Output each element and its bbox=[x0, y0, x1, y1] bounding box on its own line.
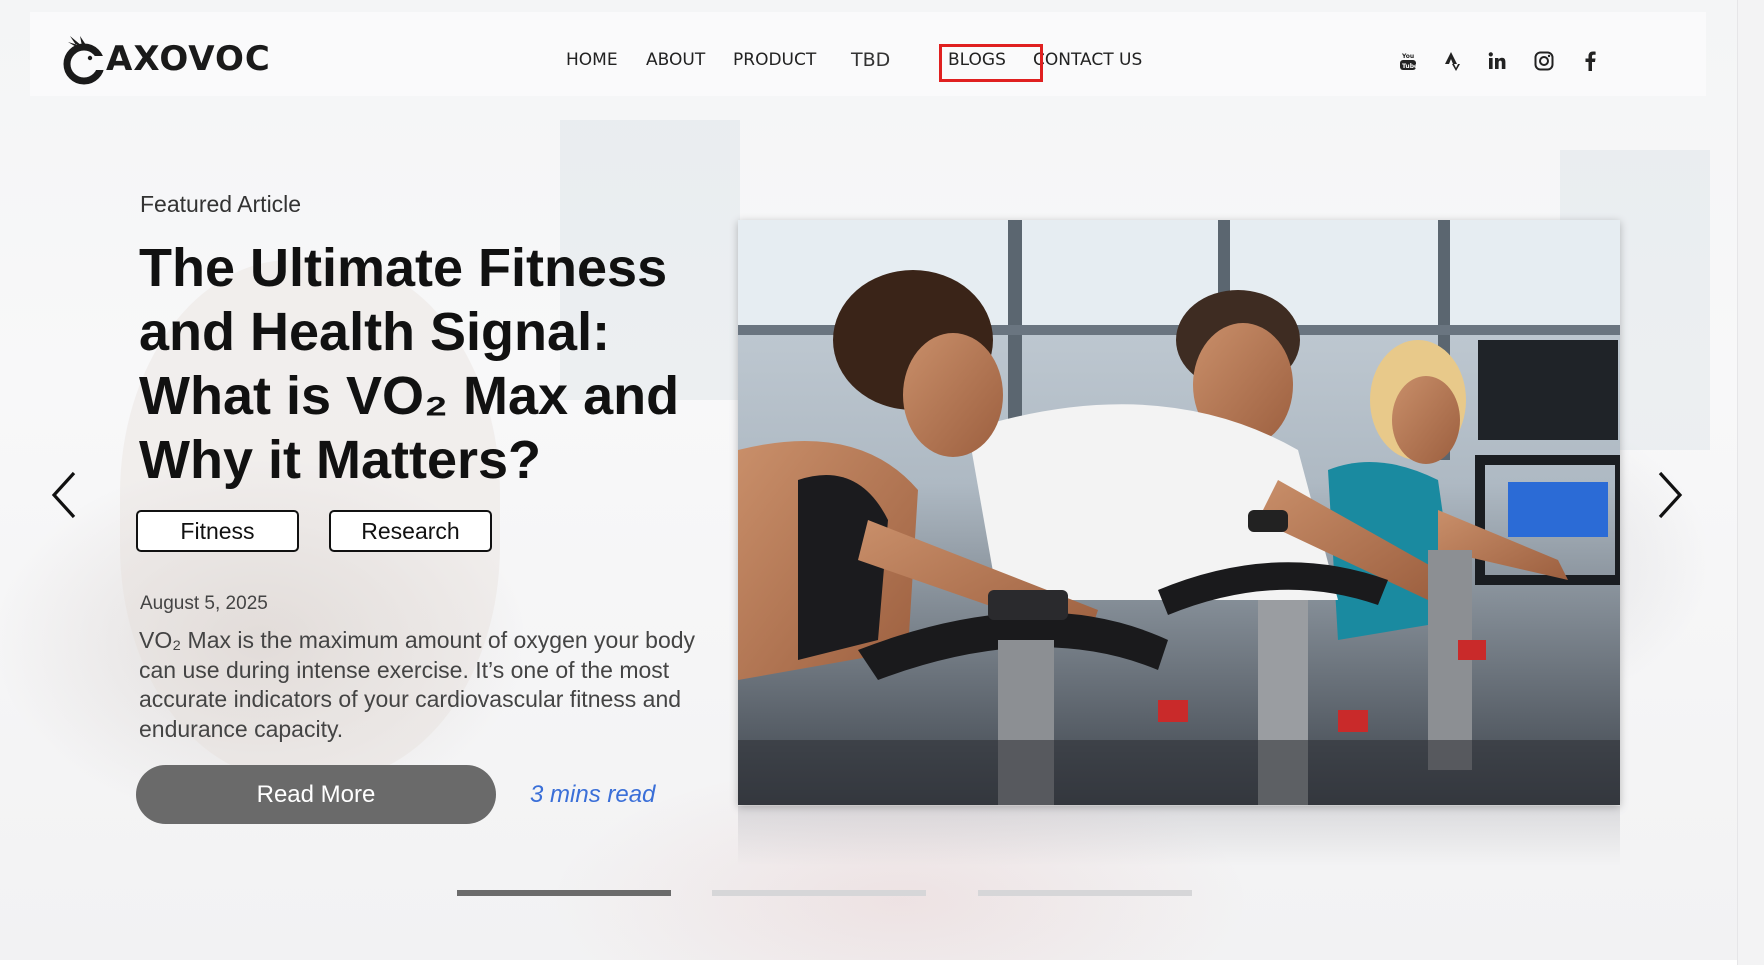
read-more-button[interactable]: Read More bbox=[136, 765, 496, 824]
read-time: 3 mins read bbox=[530, 781, 656, 808]
nav-about[interactable]: ABOUT bbox=[646, 50, 705, 70]
page: AXOVOC HOME ABOUT PRODUCT TBD BLOGS CONT… bbox=[0, 0, 1764, 965]
active-nav-highlight bbox=[939, 44, 1043, 82]
featured-image[interactable] bbox=[738, 220, 1620, 805]
gym-spin-class-image bbox=[738, 220, 1620, 805]
image-reflection bbox=[738, 806, 1620, 866]
scrollbar[interactable] bbox=[1737, 0, 1764, 965]
featured-article-label: Featured Article bbox=[140, 191, 302, 217]
tag-research[interactable]: Research bbox=[329, 510, 492, 552]
main-nav: HOME ABOUT PRODUCT TBD BLOGS CONTACT US bbox=[0, 12, 1737, 96]
youtube-icon[interactable]: You Tube bbox=[1395, 48, 1421, 74]
carousel-indicator-2[interactable] bbox=[712, 890, 926, 896]
nav-product[interactable]: PRODUCT bbox=[733, 50, 816, 70]
article-title: The Ultimate Fitness and Health Signal: … bbox=[139, 238, 680, 490]
facebook-icon[interactable] bbox=[1577, 48, 1603, 74]
article-date: August 5, 2025 bbox=[140, 593, 268, 614]
carousel-prev-arrow-icon[interactable] bbox=[44, 465, 84, 525]
hero-background: AXOVOC HOME ABOUT PRODUCT TBD BLOGS CONT… bbox=[0, 0, 1737, 960]
carousel-indicator-1[interactable] bbox=[457, 890, 671, 896]
linkedin-icon[interactable] bbox=[1484, 48, 1510, 74]
tag-fitness[interactable]: Fitness bbox=[136, 510, 299, 552]
nav-home[interactable]: HOME bbox=[566, 50, 618, 70]
strava-icon[interactable] bbox=[1440, 48, 1466, 74]
instagram-icon[interactable] bbox=[1531, 48, 1557, 74]
svg-text:You: You bbox=[1401, 53, 1414, 60]
nav-contact-us[interactable]: CONTACT US bbox=[1033, 50, 1142, 70]
article-excerpt: VO₂ Max is the maximum amount of oxygen … bbox=[139, 627, 696, 742]
carousel-next-arrow-icon[interactable] bbox=[1650, 465, 1690, 525]
svg-text:Tube: Tube bbox=[1402, 63, 1417, 70]
carousel-indicator-3[interactable] bbox=[978, 890, 1192, 896]
nav-tbd[interactable]: TBD bbox=[851, 49, 890, 71]
